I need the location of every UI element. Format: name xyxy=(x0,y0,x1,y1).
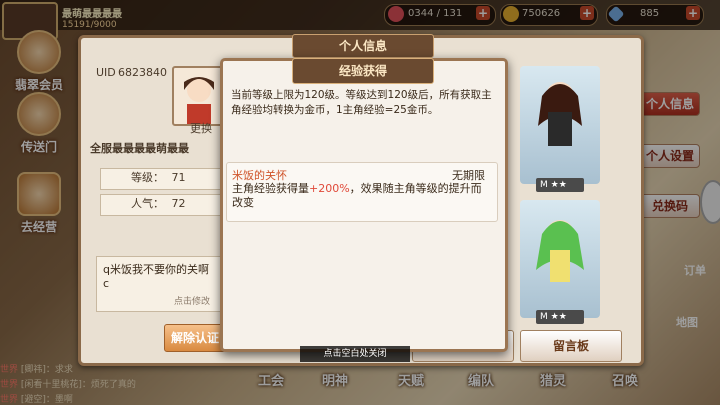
character-card[interactable] xyxy=(520,66,600,184)
buff-name: 米饭的关怀 xyxy=(232,169,287,182)
edit-signature-hint[interactable]: 点击修改 xyxy=(174,294,210,307)
exp-description: 当前等级上限为120级。等级达到120级后，所有获取主角经验均转换为金币，1主角… xyxy=(231,89,492,116)
unbind-button[interactable]: 解除认证 xyxy=(164,324,226,352)
buff-effect: 主角经验获得量+200%，效果随主角等级的提升而改变 xyxy=(232,182,482,209)
close-hint[interactable]: 点击空白处关闭 xyxy=(300,346,410,362)
panel-title: 个人信息 xyxy=(292,34,434,58)
popularity-value: 72 xyxy=(171,197,186,210)
signature-text: q米饭我不要你的关啊c xyxy=(103,263,209,290)
level-value: 71 xyxy=(171,171,186,184)
buff-duration: 无期限 xyxy=(452,169,485,182)
uid-label: UID xyxy=(96,66,116,79)
grade-badge: M ★★ xyxy=(536,178,584,192)
message-board-button[interactable]: 留言板 xyxy=(520,330,622,362)
uid-value: 6823840 xyxy=(118,66,167,79)
level-label: 等级： xyxy=(131,171,164,184)
character-card[interactable] xyxy=(520,200,600,318)
level-box: 等级： 71 xyxy=(100,168,222,190)
player-portrait[interactable] xyxy=(172,66,226,126)
popularity-label: 人气： xyxy=(131,197,164,210)
character-sprite xyxy=(536,220,584,282)
buff-effect-value: +200% xyxy=(309,182,350,195)
grade-badge: M ★★ xyxy=(536,310,584,324)
character-portrait-icon xyxy=(184,77,214,124)
exp-dialog-title: 经验获得 xyxy=(292,58,434,84)
change-portrait-label[interactable]: 更换 xyxy=(190,120,212,136)
player-title: 全服最最最最萌最最 xyxy=(90,142,189,155)
popularity-box: 人气： 72 xyxy=(100,194,222,216)
character-sprite xyxy=(538,82,582,146)
